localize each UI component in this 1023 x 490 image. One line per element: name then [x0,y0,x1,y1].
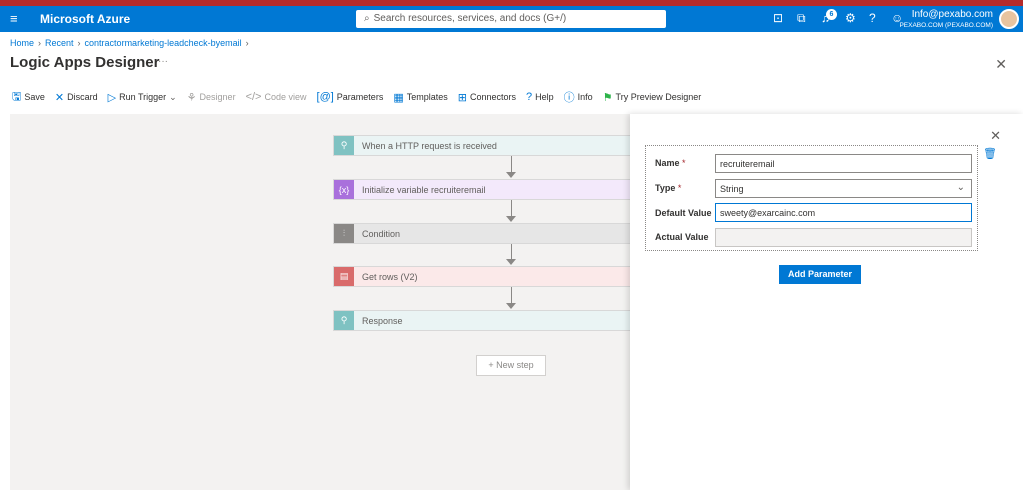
designer-canvas[interactable] [10,114,630,490]
step-connector [511,244,512,260]
default-value-label: Default Value [655,208,712,218]
more-options-icon[interactable]: ··· [158,56,168,67]
sql-rows-icon: ▤ [334,267,354,286]
user-tenant: PEXABO.COM (PEXABO.COM) [899,22,993,29]
workflow-step-label: Condition [362,228,401,239]
step-connector [511,200,512,217]
search-placeholder: Search resources, services, and docs (G+… [373,13,567,24]
account-menu[interactable]: Info@pexabo.com PEXABO.COM (PEXABO.COM) [899,9,993,31]
directory-filter-icon[interactable]: ⧉ [797,11,806,26]
delete-parameter-icon[interactable]: 🗑 [983,147,997,160]
code-view-button[interactable]: </> Code view [246,90,307,104]
hamburger-menu-icon[interactable]: ≡ [10,11,18,26]
global-search-input[interactable]: ⌕ Search resources, services, and docs (G… [356,10,666,28]
settings-gear-icon[interactable]: ⚙ [845,11,856,25]
azure-top-bar: ≡ Microsoft Azure ⌕ Search resources, ser… [0,6,1023,32]
page-title: Logic Apps Designer [10,54,160,71]
actual-value-field [715,228,972,247]
connector-arrow-icon [506,216,516,222]
try-preview-designer-button[interactable]: ⚑ Try Preview Designer [603,90,702,104]
type-label: Type * [655,183,682,193]
save-icon: 🖫 [12,90,22,103]
workflow-step[interactable]: ⚲ When a HTTP request is received [333,135,633,156]
close-panel-icon[interactable]: ✕ [990,128,1001,144]
parameter-name-field[interactable]: recruiteremail [715,154,972,173]
workflow-step[interactable]: ▤ Get rows (V2) [333,266,633,287]
avatar[interactable] [999,9,1019,29]
search-icon: ⌕ [364,13,370,24]
save-button[interactable]: 🖫 Save [12,90,45,104]
connector-arrow-icon [506,172,516,178]
play-icon: ▷ [107,91,117,104]
name-label: Name * [655,158,686,168]
help-icon: ? [526,91,533,103]
discard-button[interactable]: ✕ Discard [55,90,98,104]
workflow-step[interactable]: ⚲ Response [333,310,633,331]
default-value-field[interactable]: sweety@exarcainc.com [715,203,972,222]
help-question-icon[interactable]: ? [869,11,876,25]
breadcrumb-home[interactable]: Home [10,38,34,48]
breadcrumb: Home › Recent › contractormarketing-leadchec… [10,38,253,48]
parameters-button[interactable]: [@] Parameters [317,90,384,104]
add-parameter-button[interactable]: Add Parameter [779,265,861,284]
designer-icon: ⚘ [186,91,197,104]
discard-x-icon: ✕ [54,91,65,104]
workflow-step[interactable]: {x} Initialize variable recruiteremail [333,179,633,200]
response-icon: ⚲ [334,311,354,330]
breadcrumb-logic-app[interactable]: contractormarketing-leadcheck-byemail [85,38,242,48]
step-connector [511,287,512,304]
actual-value-label: Actual Value [655,232,709,242]
workflow-step-label: Get rows (V2) [362,271,418,282]
connectors-button[interactable]: ⊞ Connectors [458,90,516,104]
run-trigger-button[interactable]: ▷ Run Trigger ⌄ [108,90,177,104]
templates-icon: ▦ [393,91,404,104]
designer-button[interactable]: ⚘ Designer [187,90,236,104]
chevron-down-icon: ⌄ [956,182,965,193]
new-step-button[interactable]: + New step [476,355,546,376]
chevron-right-icon: › [245,38,249,48]
user-email: Info@pexabo.com [911,9,993,20]
notification-count-badge: 6 [826,9,837,20]
chevron-right-icon: › [38,38,42,48]
cloud-shell-icon[interactable]: ⊡ [773,11,783,25]
close-blade-icon[interactable]: ✕ [995,56,1007,73]
condition-icon: ⫶ [334,224,354,243]
variable-icon: {x} [334,180,354,199]
workflow-step[interactable]: ⫶ Condition [333,223,633,244]
workflow-step-label: When a HTTP request is received [362,140,497,151]
flag-icon: ⚑ [602,91,613,104]
designer-toolbar: 🖫 Save ✕ Discard ▷ Run Trigger ⌄ ⚘ Designer <… [12,90,711,105]
connector-arrow-icon [506,259,516,265]
info-button[interactable]: ⓘ Info [564,90,593,104]
breadcrumb-recent[interactable]: Recent [45,38,74,48]
workflow-step-label: Initialize variable recruiteremail [362,184,486,195]
workflow-step-label: Response [362,315,403,326]
help-button[interactable]: ? Help [526,90,554,104]
templates-button[interactable]: ▦ Templates [393,90,447,104]
azure-brand[interactable]: Microsoft Azure [40,12,130,26]
code-icon: </> [245,91,262,103]
chevron-down-icon: ⌄ [169,91,177,102]
chevron-right-icon: › [77,38,81,48]
step-connector [511,156,512,173]
info-icon: ⓘ [563,92,575,104]
parameters-icon: [@] [316,91,334,103]
connectors-icon: ⊞ [457,91,467,104]
parameter-type-select[interactable]: String ⌄ [715,179,972,198]
http-request-icon: ⚲ [334,136,354,155]
connector-arrow-icon [506,303,516,309]
